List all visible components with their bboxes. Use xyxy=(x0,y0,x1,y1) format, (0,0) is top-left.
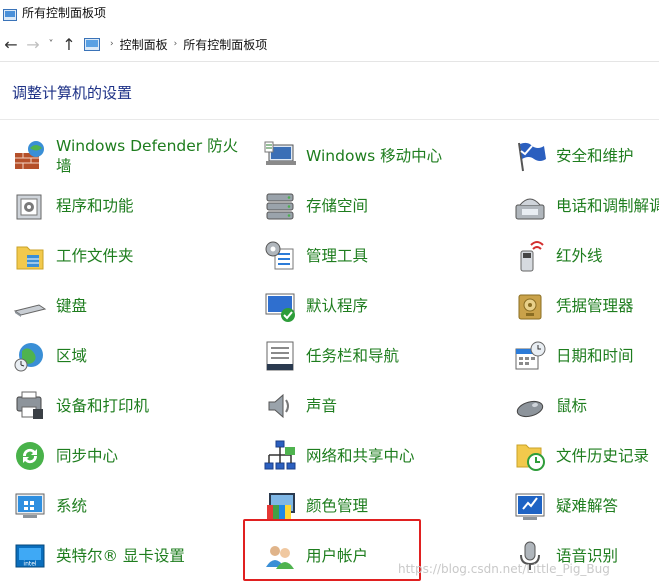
control-panel-item[interactable]: 默认程序 xyxy=(262,284,368,328)
breadcrumb-separator: › xyxy=(110,39,114,49)
network-icon xyxy=(262,438,298,474)
intel-graphics-icon: intel xyxy=(12,538,48,574)
toolbar-divider xyxy=(0,61,659,62)
work-folders-icon xyxy=(12,238,48,274)
control-panel-item-label: 红外线 xyxy=(556,247,603,265)
control-panel-item[interactable]: 疑难解答 xyxy=(512,484,618,528)
control-panel-item-label: 声音 xyxy=(306,397,338,415)
control-panel-item[interactable]: 任务栏和导航 xyxy=(262,334,399,378)
control-panel-item[interactable]: 凭据管理器 xyxy=(512,284,634,328)
control-panel-item[interactable]: 声音 xyxy=(262,384,337,428)
system-icon xyxy=(12,488,48,524)
page-heading: 调整计算机的设置 xyxy=(12,84,133,102)
content-divider xyxy=(0,119,659,120)
control-panel-item-label: 英特尔® 显卡设置 xyxy=(56,547,185,565)
highlight-box xyxy=(243,519,421,581)
control-panel-item-label: 凭据管理器 xyxy=(556,297,634,315)
date-time-icon xyxy=(512,338,548,374)
control-panel-item-label: 默认程序 xyxy=(306,297,369,315)
control-panel-item-label: 设备和打印机 xyxy=(56,397,150,415)
control-panel-item[interactable]: 鼠标 xyxy=(512,384,587,428)
sound-icon xyxy=(262,388,298,424)
back-button[interactable]: ← xyxy=(0,32,22,56)
file-history-icon xyxy=(512,438,548,474)
breadcrumb-all-items[interactable]: 所有控制面板项 xyxy=(183,36,267,53)
breadcrumb-control-panel[interactable]: 控制面板 xyxy=(120,36,168,53)
control-panel-item[interactable]: 区域 xyxy=(12,334,87,378)
region-globe-icon xyxy=(12,338,48,374)
phone-modem-icon xyxy=(512,188,548,224)
control-panel-item-label: 工作文件夹 xyxy=(56,247,134,265)
mobility-center-icon xyxy=(262,138,298,174)
control-panel-item[interactable]: intel 英特尔® 显卡设置 xyxy=(12,534,185,578)
control-panel-item[interactable]: 电话和调制解调 xyxy=(512,184,659,228)
control-panel-item-label: 系统 xyxy=(56,497,88,515)
credential-manager-icon xyxy=(512,288,548,324)
sync-center-icon xyxy=(12,438,48,474)
control-panel-item[interactable]: 安全和维护 xyxy=(512,134,634,178)
control-panel-item[interactable]: 工作文件夹 xyxy=(12,234,134,278)
control-panel-item-label: 区域 xyxy=(56,347,88,365)
control-panel-item[interactable]: 设备和打印机 xyxy=(12,384,149,428)
control-panel-app-icon xyxy=(3,6,17,21)
control-panel-item[interactable]: 管理工具 xyxy=(262,234,368,278)
admin-tools-icon xyxy=(262,238,298,274)
forward-button[interactable]: → xyxy=(22,32,44,56)
control-panel-item-label: 文件历史记录 xyxy=(556,447,650,465)
control-panel-item-label: 颜色管理 xyxy=(306,497,369,515)
control-panel-item-label: 网络和共享中心 xyxy=(306,447,415,465)
window-title: 所有控制面板项 xyxy=(22,5,107,20)
control-panel-item[interactable]: Windows Defender 防火墙 xyxy=(12,134,246,178)
control-panel-item-label: 日期和时间 xyxy=(556,347,634,365)
control-panel-item[interactable]: 系统 xyxy=(12,484,87,528)
watermark: https://blog.csdn.net/Little_Pig_Bug xyxy=(398,562,610,576)
infrared-icon xyxy=(512,238,548,274)
storage-icon xyxy=(262,188,298,224)
control-panel-item-label: 管理工具 xyxy=(306,247,369,265)
recent-locations-button[interactable]: ˅ xyxy=(44,32,58,56)
mouse-icon xyxy=(512,388,548,424)
control-panel-item-label: 安全和维护 xyxy=(556,147,634,165)
control-panel-item[interactable]: 红外线 xyxy=(512,234,603,278)
programs-icon xyxy=(12,188,48,224)
control-panel-item[interactable]: Windows 移动中心 xyxy=(262,134,442,178)
control-panel-item[interactable]: 程序和功能 xyxy=(12,184,134,228)
keyboard-icon xyxy=(12,288,48,324)
control-panel-item-label: 同步中心 xyxy=(56,447,119,465)
svg-text:intel: intel xyxy=(23,561,37,568)
up-button[interactable]: ↑ xyxy=(58,32,80,56)
control-panel-item[interactable]: 文件历史记录 xyxy=(512,434,649,478)
taskbar-icon xyxy=(262,338,298,374)
control-panel-item-label: Windows Defender 防火墙 xyxy=(56,137,239,175)
address-bar[interactable]: › 控制面板 › 所有控制面板项 xyxy=(84,32,659,56)
firewall-icon xyxy=(12,138,48,174)
control-panel-item-label: 疑难解答 xyxy=(556,497,619,515)
navigation-bar: ← → ˅ ↑ › 控制面板 › 所有控制面板项 xyxy=(0,28,659,60)
security-flag-icon xyxy=(512,138,548,174)
control-panel-location-icon xyxy=(84,37,100,51)
control-panel-item-label: 任务栏和导航 xyxy=(306,347,400,365)
control-panel-item[interactable]: 网络和共享中心 xyxy=(262,434,415,478)
title-bar: 所有控制面板项 xyxy=(0,0,659,24)
control-panel-item[interactable]: 同步中心 xyxy=(12,434,118,478)
breadcrumb-separator: › xyxy=(173,39,178,49)
devices-printers-icon xyxy=(12,388,48,424)
control-panel-item-label: 鼠标 xyxy=(556,397,588,415)
control-panel-item-label: 程序和功能 xyxy=(56,197,134,215)
control-panel-item-label: 电话和调制解调 xyxy=(556,197,659,215)
troubleshooting-icon xyxy=(512,488,548,524)
control-panel-item[interactable]: 存储空间 xyxy=(262,184,368,228)
control-panel-item-label: Windows 移动中心 xyxy=(306,147,443,165)
control-panel-item-label: 键盘 xyxy=(56,297,88,315)
control-panel-item[interactable]: 键盘 xyxy=(12,284,87,328)
control-panel-item[interactable]: 日期和时间 xyxy=(512,334,634,378)
default-programs-icon xyxy=(262,288,298,324)
control-panel-item-label: 存储空间 xyxy=(306,197,369,215)
